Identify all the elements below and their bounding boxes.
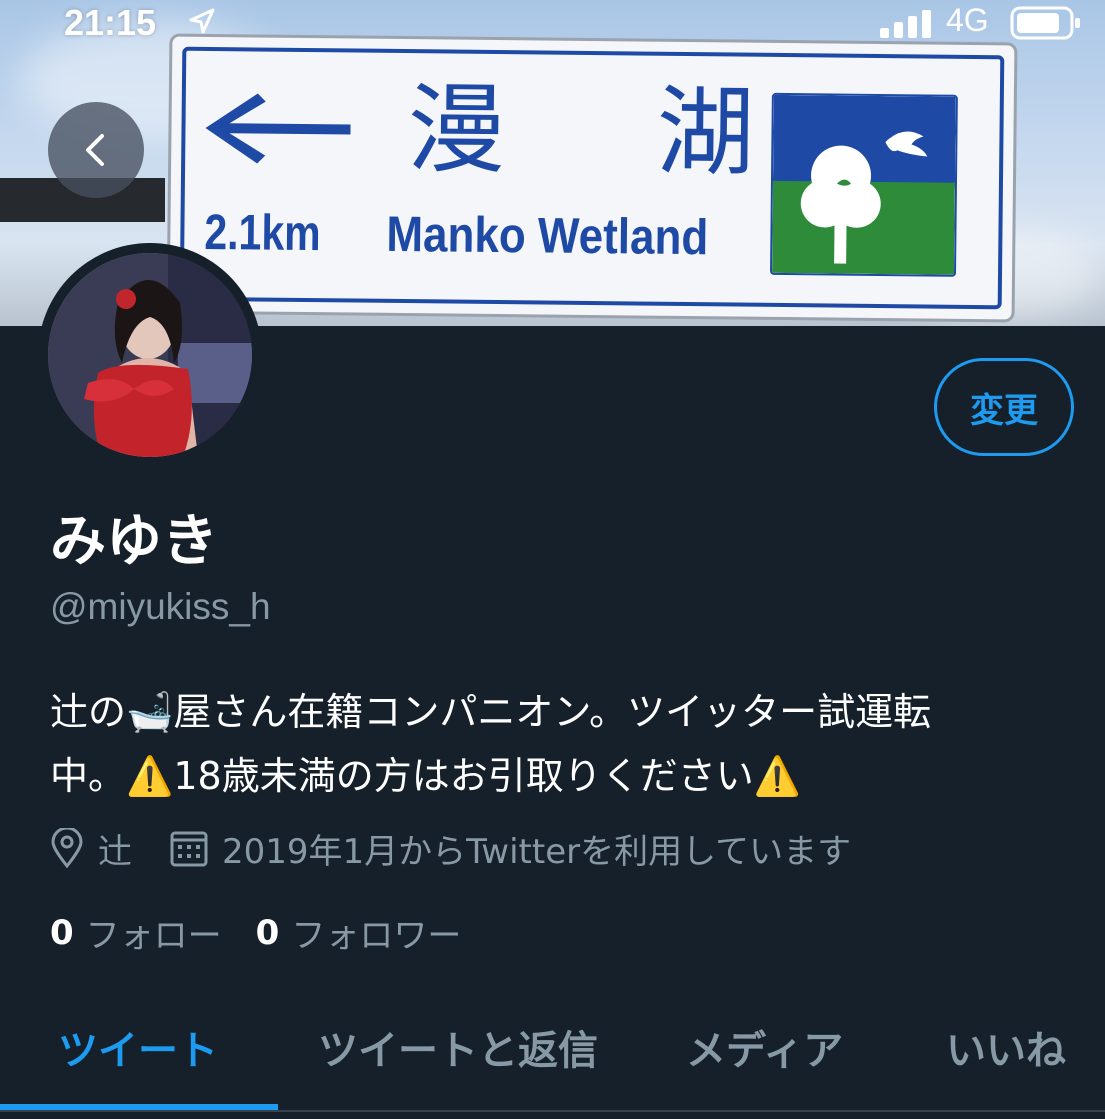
warning-emoji: ⚠️ — [126, 754, 174, 798]
sign-distance: 2.1km — [204, 203, 321, 262]
battery-icon — [1010, 6, 1080, 40]
tab-tweets-and-replies[interactable]: ツイートと返信 — [318, 1018, 598, 1076]
avatar[interactable] — [38, 243, 262, 467]
calendar-icon — [170, 829, 208, 867]
follow-counts: 0 フォロー 0 フォロワー — [50, 908, 461, 957]
sign-place-name: Manko Wetland — [386, 205, 709, 266]
profile-location: 辻 — [98, 831, 132, 872]
bathtub-emoji: 🛁 — [126, 690, 174, 734]
following-link[interactable]: 0 フォロー — [50, 908, 222, 957]
tab-tweets[interactable]: ツイート — [58, 1018, 218, 1076]
avatar-image — [48, 253, 252, 457]
status-bar: 21:15 4G — [0, 0, 1105, 44]
tab-media[interactable]: メディア — [686, 1018, 843, 1076]
tree-bird-logo-icon — [769, 92, 958, 277]
sign-kanji: 漫 湖 — [406, 73, 816, 192]
followers-link[interactable]: 0 フォロワー — [256, 908, 462, 957]
location-pin-icon — [50, 828, 84, 868]
followers-count: 0 — [255, 912, 280, 953]
bio-text: 屋さん在籍コンパニオン。ツイッター試運転 — [173, 690, 932, 734]
road-sign: 漫 湖 2.1km Manko Wetland — [166, 33, 1018, 323]
tab-likes[interactable]: いいね — [946, 1018, 1066, 1076]
warning-emoji: ⚠️ — [753, 754, 802, 798]
user-handle: @miyukiss_h — [50, 586, 271, 627]
profile-joined-date: 2019年1月からTwitterを利用しています — [222, 831, 852, 872]
following-label: フォロー — [85, 916, 222, 956]
back-button[interactable] — [48, 102, 144, 198]
profile-meta: 辻 2019年1月からTwitterを利用しています — [50, 824, 851, 872]
display-name: みゆき — [50, 509, 218, 574]
bio-text: 中。 — [50, 754, 127, 798]
profile-tabs: ツイート ツイートと返信 メディア いいね — [0, 1000, 1105, 1119]
profile-bio: 辻の🛁屋さん在籍コンパニオン。ツイッター試運転 中。⚠️18歳未満の方はお引取り… — [50, 680, 1060, 808]
signal-icon — [880, 10, 931, 38]
back-chevron-icon — [86, 134, 104, 166]
edit-profile-button[interactable]: 変更 — [934, 358, 1074, 456]
status-time: 21:15 — [64, 2, 157, 43]
followers-label: フォロワー — [291, 916, 462, 956]
bio-text: 18歳未満の方はお引取りください — [173, 754, 754, 798]
following-count: 0 — [50, 912, 74, 953]
network-type: 4G — [946, 2, 989, 38]
location-arrow-icon — [189, 8, 215, 34]
bio-text: 辻の — [50, 690, 127, 734]
tabs-divider — [0, 1110, 1105, 1112]
arrow-left-icon — [205, 93, 351, 164]
